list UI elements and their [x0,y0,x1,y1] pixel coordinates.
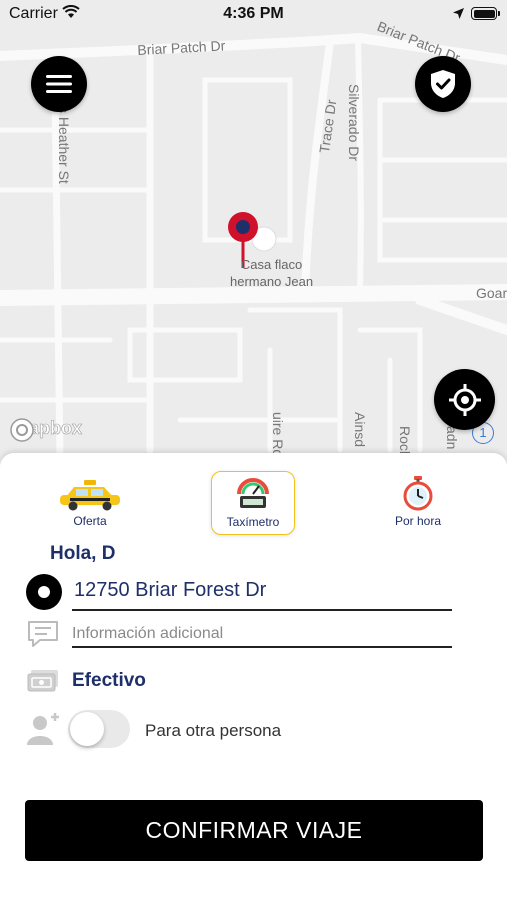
recenter-button[interactable] [434,369,495,430]
other-person-toggle[interactable] [68,710,130,748]
mode-por-hora[interactable]: Por hora [376,471,460,535]
clock: 4:36 PM [223,5,284,22]
divider [72,646,452,648]
comment-icon [26,619,60,654]
mode-label: Por hora [394,514,442,528]
cash-icon [26,668,60,699]
divider [72,609,452,611]
street-label: s Heather St [56,106,72,184]
street-label: adn [444,426,460,450]
mapbox-icon [10,418,34,442]
safety-button[interactable] [415,56,471,112]
location-arrow-icon [452,7,465,25]
other-person-label: Para otra persona [145,721,282,740]
place-label-line: Casa flaco [240,257,303,272]
taxi-icon [60,480,120,511]
street-label: uire Rd [270,412,286,458]
shield-check-icon [431,70,455,98]
mapbox-logo: mapbox [10,418,82,442]
street-label: Ainsd [352,412,368,448]
additional-info-input[interactable]: Información adicional [72,625,223,643]
toggle-knob [70,712,104,746]
add-person-icon [26,711,62,752]
taximeter-icon [237,478,269,508]
pickup-address-field[interactable]: 12750 Briar Forest Dr [74,579,266,602]
battery-icon [471,7,497,20]
mode-oferta[interactable]: Oferta [48,471,132,535]
greeting: Hola, D [50,543,116,564]
stopwatch-icon [403,476,433,511]
crosshair-icon [448,383,481,416]
mode-label: Taxímetro [226,515,280,529]
confirm-trip-button[interactable]: CONFIRMAR VIAJE [25,800,483,861]
place-label: Casa flaco hermano Jean [230,256,313,290]
mode-label: Oferta [73,514,107,528]
trip-request-panel: Oferta Taxímetro Por hora Hola, D 12750 … [0,453,507,900]
mode-taximetro[interactable]: Taxímetro [211,471,295,535]
street-label: Goar [476,285,507,301]
place-label-line: hermano Jean [230,274,314,289]
status-bar: Carrier 4:36 PM [0,0,507,30]
payment-method[interactable]: Efectivo [72,670,146,692]
battery-tip [498,11,500,16]
hamburger-icon [46,75,72,93]
origin-marker-icon [26,574,62,610]
menu-button[interactable] [31,56,87,112]
street-label: Silverado Dr [346,84,362,162]
